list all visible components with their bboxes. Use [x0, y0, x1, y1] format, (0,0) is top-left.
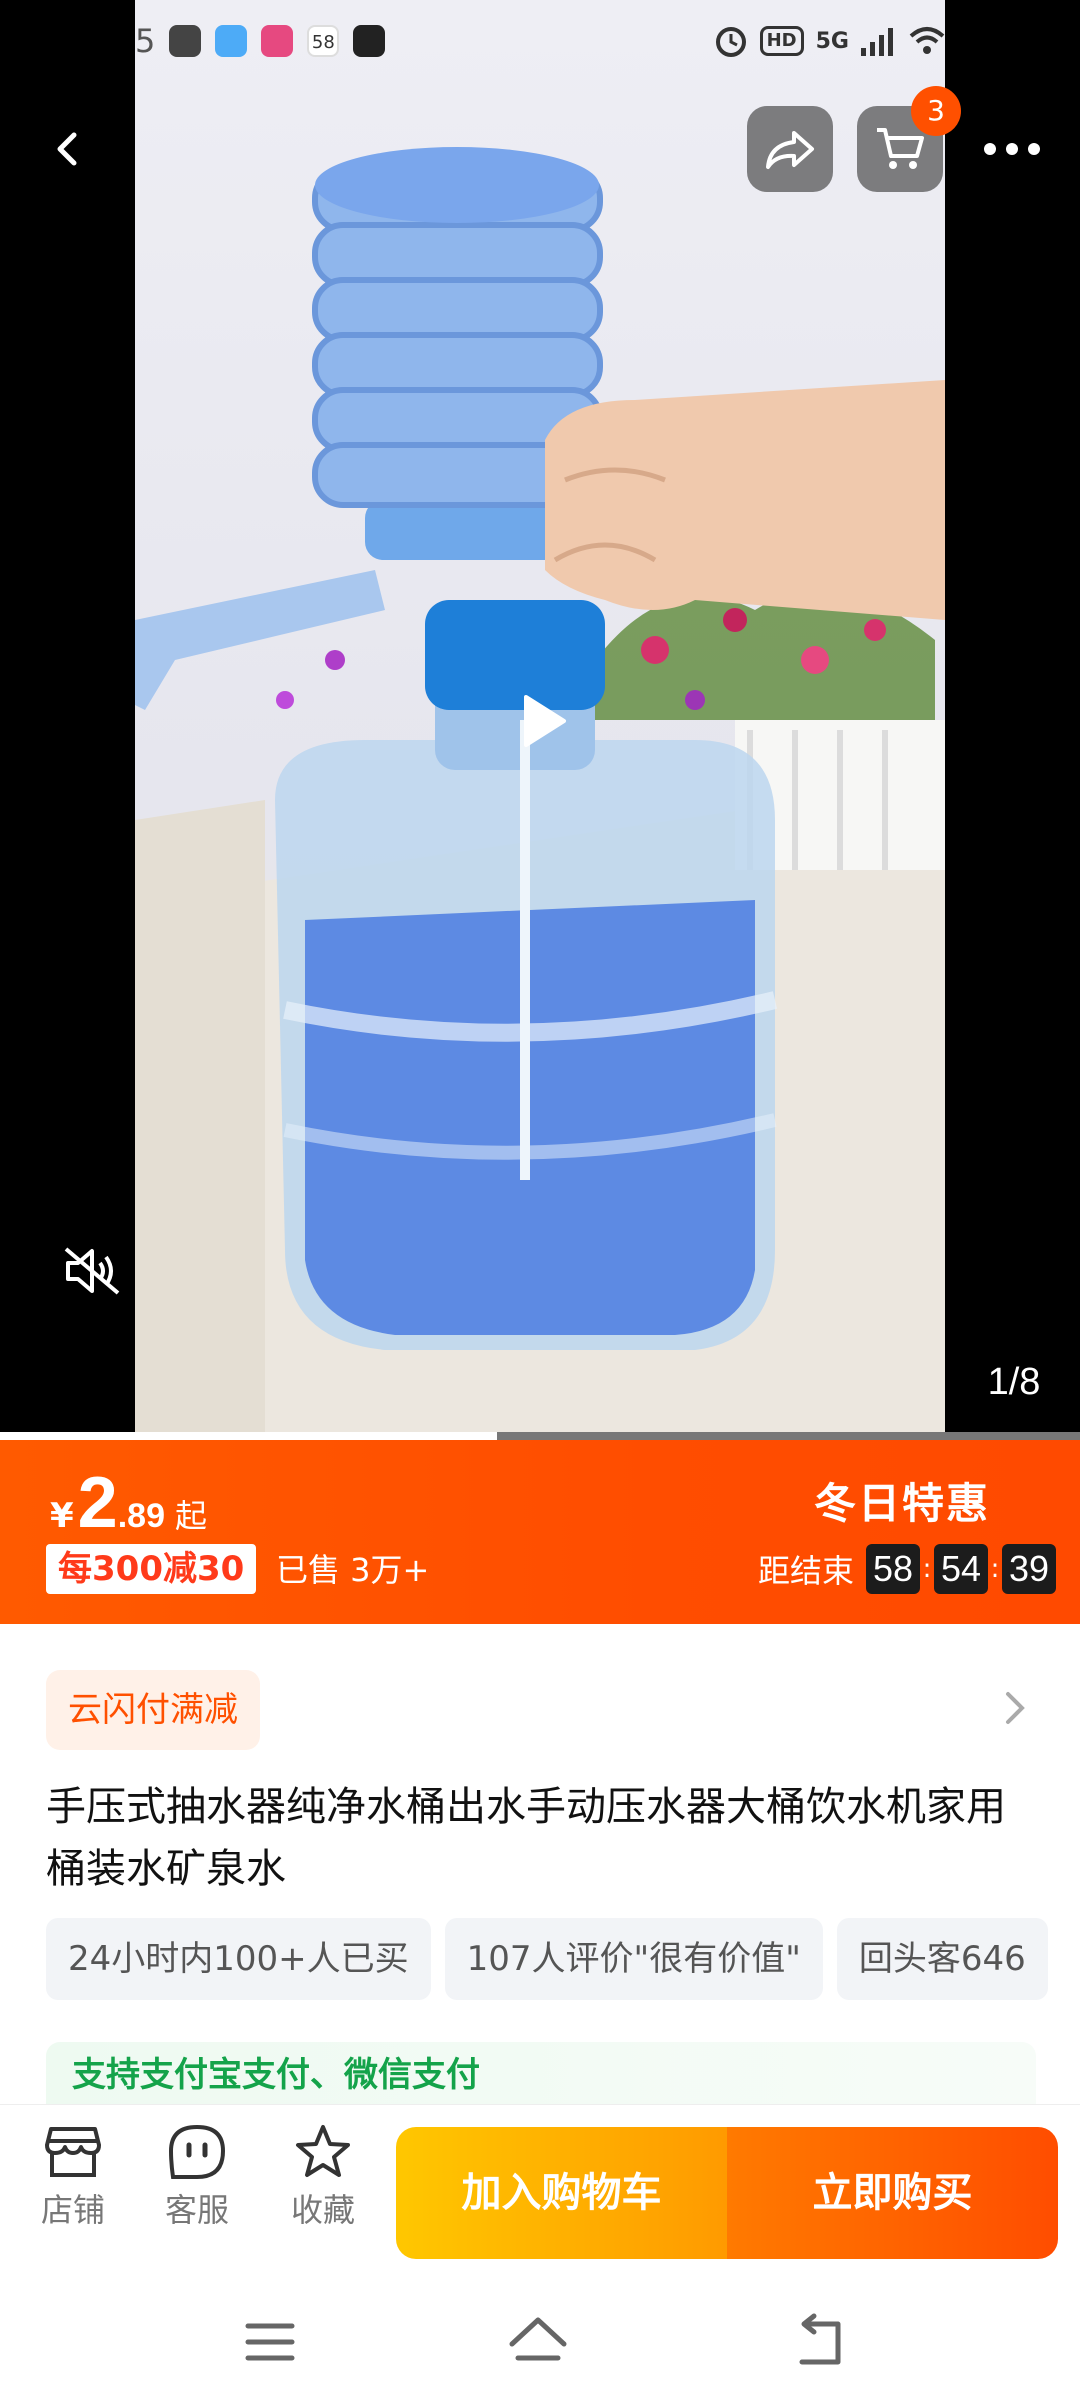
highlight-tag[interactable]: 24小时内100+人已买 — [46, 1918, 431, 2000]
alarm-icon — [715, 27, 746, 57]
hand — [545, 380, 945, 620]
network-label: 5G — [815, 28, 849, 54]
chevron-right-icon[interactable] — [1000, 1688, 1030, 1728]
cart-button[interactable]: 3 — [857, 86, 961, 192]
discount-tag[interactable]: 每300减30 — [46, 1544, 257, 1594]
back-button[interactable] — [25, 106, 111, 192]
price-currency: ¥ — [50, 1496, 74, 1536]
water-bottle — [275, 680, 778, 1350]
price-integer: 2 — [77, 1463, 118, 1543]
mute-icon[interactable] — [62, 1245, 122, 1297]
price-row: ¥ 2 .89 起 — [50, 1462, 207, 1544]
price-banner: ¥ 2 .89 起 每300减30 已售 3万+ 冬日特惠 距结束 58 : 5… — [0, 1440, 1080, 1624]
notification-app-icon — [261, 25, 294, 57]
video-progress-bar[interactable] — [0, 1432, 1080, 1440]
store-icon — [45, 2127, 101, 2177]
more-icon — [984, 143, 1040, 155]
payment-note: 支持支付宝支付、微信支付 — [46, 2042, 1036, 2104]
back-nav-icon[interactable] — [792, 2312, 852, 2372]
product-title: 手压式抽水器纯净水桶出水手动压水器大桶饮水机家用桶装水矿泉水 — [46, 1784, 1006, 1892]
image-page-indicator: 1/8 — [960, 1352, 1068, 1412]
back-icon — [57, 132, 77, 166]
store-label: 店铺 — [40, 2191, 105, 2229]
sold-count: 已售 3万+ — [276, 1551, 430, 1589]
share-icon — [766, 131, 814, 169]
countdown-seconds: 39 — [1002, 1544, 1056, 1594]
product-info: 云闪付满减 手压式抽水器纯净水桶出水手动压水器大桶饮水机家用桶装水矿泉水 24小… — [0, 1624, 1080, 2104]
status-bar-right: HD 5G — [714, 24, 945, 58]
highlight-tag[interactable]: 回头客646 — [836, 1918, 1048, 2000]
star-icon — [296, 2125, 350, 2177]
countdown-timer: 距结束 58 : 54 : 39 — [758, 1544, 1056, 1594]
cart-count-badge: 3 — [911, 86, 961, 136]
wifi-icon — [909, 27, 945, 54]
purchase-buttons: 加入购物车 立即购买 — [396, 2127, 1058, 2259]
promo-title: 冬日特惠 — [813, 1479, 990, 1528]
notification-badge-58: 58 — [307, 25, 340, 57]
customer-service-button[interactable]: 客服 — [142, 2123, 252, 2231]
countdown-label: 距结束 — [757, 1552, 854, 1590]
notification-app-icon — [169, 25, 202, 57]
status-time: 5 — [135, 22, 156, 60]
price-decimal: .89 — [117, 1497, 165, 1535]
favorite-button[interactable]: 收藏 — [268, 2123, 378, 2231]
add-to-cart-button[interactable]: 加入购物车 — [396, 2127, 727, 2259]
highlight-tags: 24小时内100+人已买 107人评价"很有价值" 回头客646 — [46, 1918, 1048, 2000]
status-bar-left: 5 58 — [135, 22, 386, 60]
hd-icon: HD — [759, 26, 804, 56]
status-bar: 5 58 HD 5G — [0, 0, 1080, 84]
store-button[interactable]: 店铺 — [18, 2123, 128, 2231]
service-label: 客服 — [164, 2191, 229, 2229]
signal-icon — [861, 28, 893, 56]
countdown-separator: : — [990, 1554, 1000, 1584]
price-suffix: 起 — [174, 1497, 207, 1535]
more-button[interactable] — [969, 106, 1055, 192]
service-icon — [168, 2124, 226, 2179]
video-progress-fill — [0, 1432, 497, 1440]
countdown-separator: : — [922, 1554, 932, 1584]
highlight-tag[interactable]: 107人评价"很有价值" — [444, 1918, 823, 2000]
favorite-label: 收藏 — [290, 2191, 355, 2229]
system-navigation-bar — [0, 2274, 1080, 2408]
notification-app-icon — [215, 25, 248, 57]
coupon-chip[interactable]: 云闪付满减 — [46, 1670, 260, 1750]
countdown-minutes: 54 — [934, 1544, 988, 1594]
bottom-action-bar: 店铺 客服 收藏 加入购物车 立即购买 — [0, 2104, 1080, 2274]
cart-icon — [877, 128, 924, 169]
buy-now-button[interactable]: 立即购买 — [727, 2127, 1058, 2259]
notification-app-icon — [353, 25, 386, 57]
menu-icon[interactable] — [240, 2312, 300, 2372]
share-button[interactable] — [747, 106, 833, 192]
countdown-hours: 58 — [866, 1544, 920, 1594]
product-media[interactable]: 5 58 HD 5G 3 1/8 — [0, 0, 1080, 1440]
play-icon[interactable] — [520, 693, 568, 749]
home-icon[interactable] — [508, 2312, 568, 2372]
